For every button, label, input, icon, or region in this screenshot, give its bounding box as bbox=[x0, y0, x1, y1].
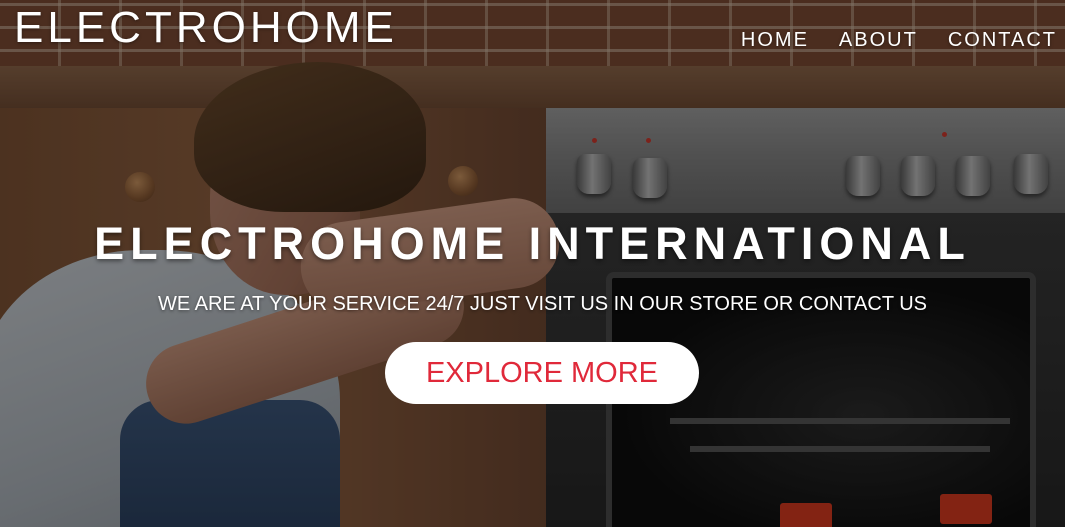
main-nav: HOME ABOUT CONTACT bbox=[741, 28, 1057, 52]
hero-section: ELECTROHOME HOME ABOUT CONTACT ELECTROHO… bbox=[0, 0, 1065, 527]
hero-headline: ELECTROHOME INTERNATIONAL bbox=[94, 218, 971, 269]
hero-tagline: WE ARE AT YOUR SERVICE 24/7 JUST VISIT U… bbox=[157, 293, 928, 315]
site-logo[interactable]: ELECTROHOME bbox=[14, 4, 398, 52]
explore-more-button[interactable]: EXPLORE MORE bbox=[385, 342, 699, 404]
nav-about-link[interactable]: ABOUT bbox=[839, 28, 918, 52]
nav-contact-link[interactable]: CONTACT bbox=[948, 28, 1057, 52]
nav-home-link[interactable]: HOME bbox=[741, 28, 809, 52]
